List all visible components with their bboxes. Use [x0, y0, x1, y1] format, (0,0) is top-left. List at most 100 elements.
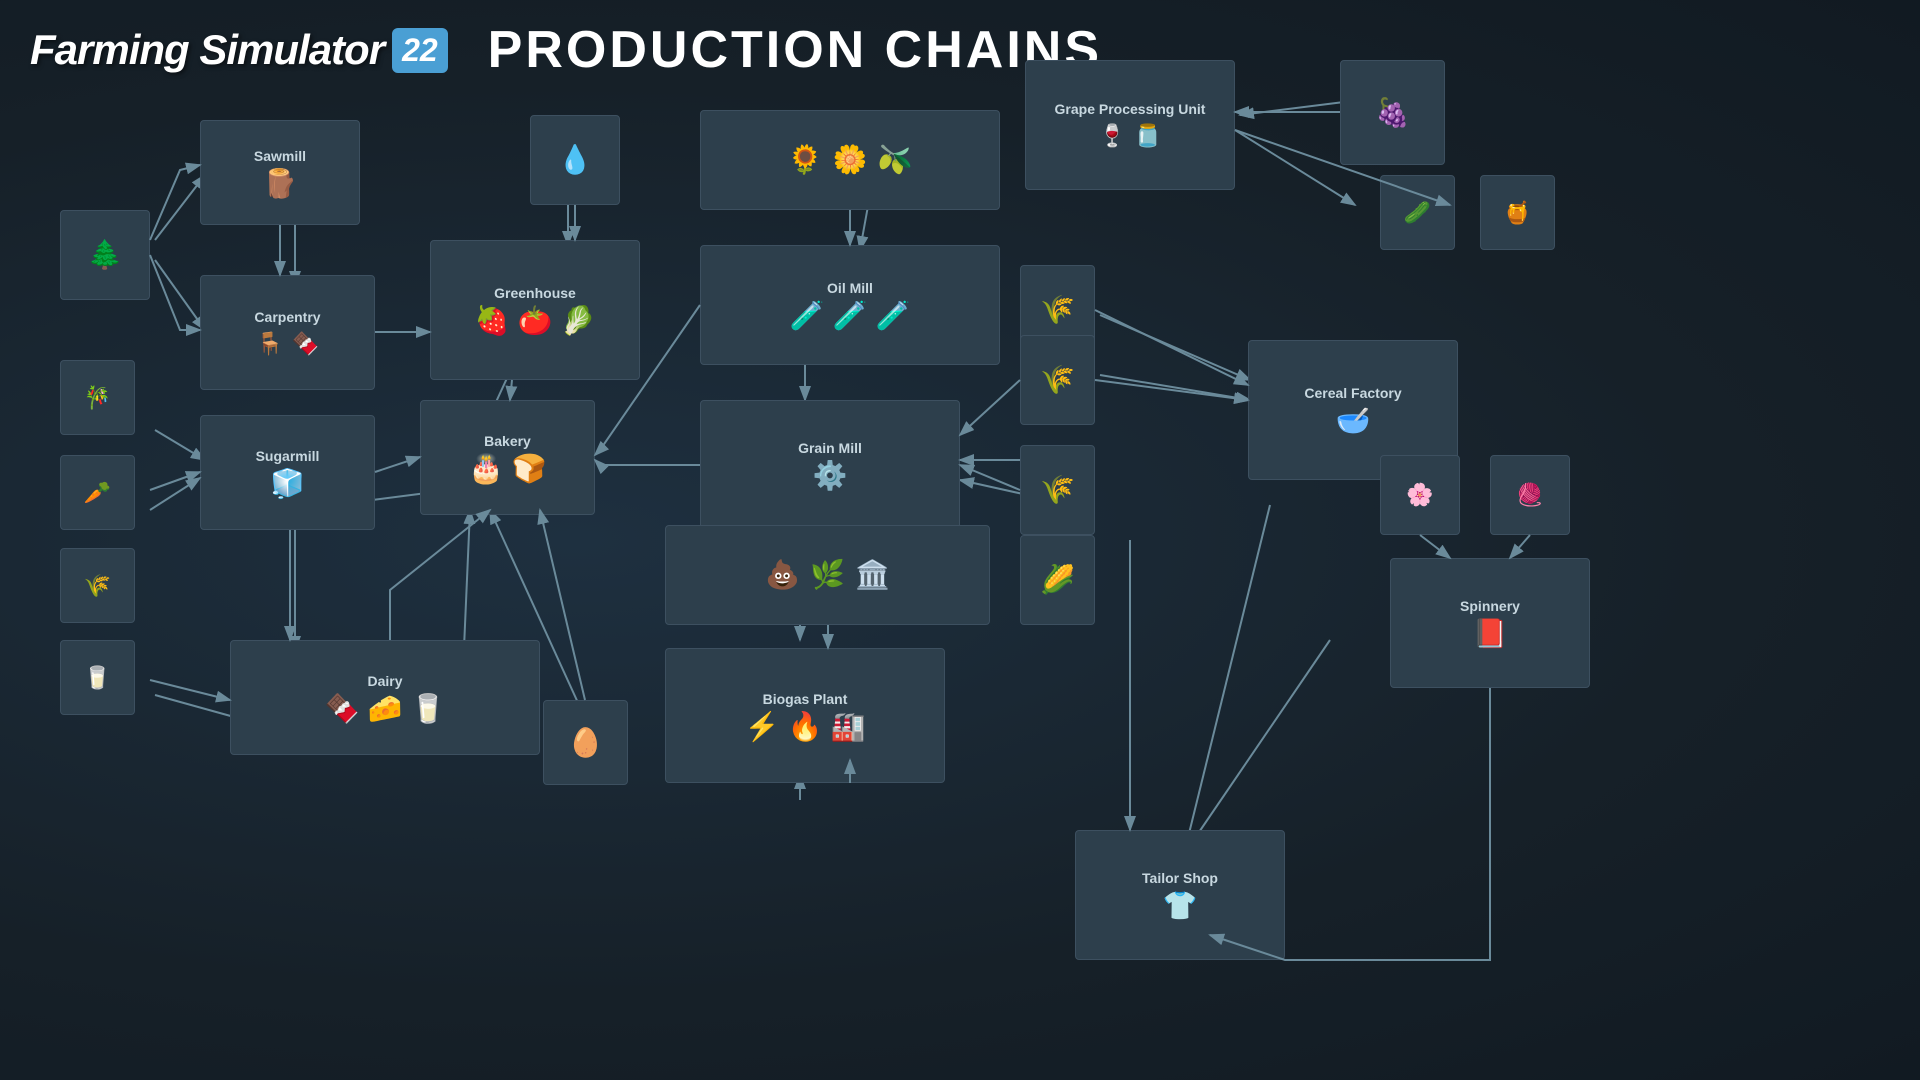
cereal-factory-icons: 🥣	[1336, 407, 1371, 435]
dairy-label: Dairy	[367, 673, 402, 689]
fabric-icon: 📕	[1473, 620, 1508, 648]
millet-icon: 🌾	[1040, 296, 1075, 324]
greenhouse-tomato: 🍅	[518, 307, 553, 335]
sugarmill-label: Sugarmill	[256, 448, 320, 464]
oat-icon: 🌾	[1040, 366, 1075, 394]
biogas-factory: 🏭	[830, 713, 865, 741]
biogas-fire: 🔥	[788, 713, 823, 741]
oil-mill-label: Oil Mill	[827, 280, 873, 296]
output-pickle: 🥒	[1380, 175, 1455, 250]
tailor-shop-icons: 👕	[1163, 892, 1198, 920]
grape-processing-node: Grape Processing Unit 🍷 🫙	[1025, 60, 1235, 190]
grape-icon: 🍇	[1375, 99, 1410, 127]
grain-mill-label: Grain Mill	[798, 440, 862, 456]
grape-processing-icons: 🍷 🫙	[1099, 123, 1162, 149]
olive-icon: 🫒	[877, 146, 912, 174]
biogas-plant-label: Biogas Plant	[763, 691, 848, 707]
input-wool: 🧶	[1490, 455, 1570, 535]
sawmill-icons: 🪵	[263, 170, 298, 198]
input-seeds: 🌾	[60, 548, 135, 623]
pickle-icon: 🥒	[1404, 200, 1431, 226]
seeds-icon: 🌾	[84, 573, 111, 599]
greenhouse-label: Greenhouse	[494, 285, 576, 301]
greenhouse-strawberry: 🍓	[475, 307, 510, 335]
greenhouse-icons: 🍓 🍅 🥬	[475, 307, 596, 335]
dairy-cheese-icon: 🧀	[368, 695, 403, 723]
sawmill-product-icon: 🪵	[263, 170, 298, 198]
jam-jar-icon: 🫙	[1134, 123, 1161, 149]
input-egg: 🥚	[543, 700, 628, 785]
silo-icon: 🏛️	[855, 561, 890, 589]
bakery-icons: 🎂 🍞	[469, 455, 547, 483]
wine-icon: 🍷	[1099, 123, 1126, 149]
input-bamboo: 🎋	[60, 360, 135, 435]
oil-flask3: 🧪	[875, 302, 910, 330]
oil-mill-node: Oil Mill 🧪 🧪 🧪	[700, 245, 1000, 365]
bamboo-icon: 🎋	[84, 385, 111, 411]
shirt-icon: 👕	[1163, 892, 1198, 920]
oil-mill-icons: 🧪 🧪 🧪	[790, 302, 911, 330]
greenhouse-lettuce: 🥬	[560, 307, 595, 335]
input-wheat: 🌾	[1020, 445, 1095, 535]
input-corn: 🌽	[1020, 535, 1095, 625]
sawmill-label: Sawmill	[254, 148, 306, 164]
oil-flask1: 🧪	[790, 302, 825, 330]
beet-icon: 🥕	[84, 480, 111, 506]
bakery-node: Bakery 🎂 🍞	[420, 400, 595, 515]
biogas-icons: ⚡ 🔥 🏭	[745, 713, 866, 741]
bakery-bread-icon: 🍞	[512, 455, 547, 483]
grain-mill-icons: ⚙️	[813, 462, 848, 490]
dairy-choc-icon: 🍫	[325, 695, 360, 723]
grain-mill-gear: ⚙️	[813, 462, 848, 490]
header: Farming Simulator 22 PRODUCTION CHAINS	[30, 20, 1102, 80]
logo-text: Farming Simulator	[30, 26, 384, 74]
sunflower-icon: 🌻	[788, 146, 823, 174]
logo-container: Farming Simulator 22	[30, 26, 448, 74]
sugarmill-icons: 🧊	[270, 470, 305, 498]
tailor-shop-label: Tailor Shop	[1142, 870, 1218, 886]
oil-flask2: 🧪	[833, 302, 868, 330]
dairy-node: Dairy 🍫 🧀 🥛	[230, 640, 540, 755]
input-milk: 🥛	[60, 640, 135, 715]
bakery-label: Bakery	[484, 433, 531, 449]
canola-icon: 🌼	[833, 146, 868, 174]
input-oat: 🌾	[1020, 335, 1095, 425]
sawmill-node: Sawmill 🪵	[200, 120, 360, 225]
biogas-electric: ⚡	[745, 713, 780, 741]
carpentry-icon1: 🪑	[256, 331, 283, 357]
wheat-icon: 🌾	[1040, 476, 1075, 504]
page-title: PRODUCTION CHAINS	[488, 20, 1102, 80]
egg-icon: 🥚	[568, 729, 603, 757]
milk-icon: 🥛	[84, 665, 111, 691]
cereal-factory-label: Cereal Factory	[1304, 385, 1401, 401]
carpentry-label: Carpentry	[254, 309, 320, 325]
carpentry-icon2: 🍫	[292, 331, 319, 357]
dairy-icons: 🍫 🧀 🥛	[325, 695, 446, 723]
input-cotton: 🌸	[1380, 455, 1460, 535]
water-icon: 💧	[558, 146, 593, 174]
spinnery-icons: 📕	[1473, 620, 1508, 648]
manure-icon: 💩	[765, 561, 800, 589]
spinnery-label: Spinnery	[1460, 598, 1520, 614]
logo-version: 22	[392, 28, 448, 73]
carpentry-icons: 🪑 🍫	[256, 331, 319, 357]
input-biogas-materials: 💩 🌿 🏛️	[665, 525, 990, 625]
grape-processing-label: Grape Processing Unit	[1055, 101, 1206, 117]
output-jar: 🍯	[1480, 175, 1555, 250]
dairy-milk-icon: 🥛	[410, 695, 445, 723]
input-grape: 🍇	[1340, 60, 1445, 165]
tailor-shop-node: Tailor Shop 👕	[1075, 830, 1285, 960]
sugar-icon: 🧊	[270, 470, 305, 498]
straw-icon: 🌿	[810, 561, 845, 589]
carpentry-node: Carpentry 🪑 🍫	[200, 275, 375, 390]
cotton-icon: 🌸	[1406, 482, 1433, 508]
tree-icon: 🌲	[88, 241, 123, 269]
cereal-box-icon: 🥣	[1336, 407, 1371, 435]
wool-icon: 🧶	[1516, 482, 1543, 508]
jar-icon: 🍯	[1504, 200, 1531, 226]
corn-icon: 🌽	[1040, 566, 1075, 594]
input-water: 💧	[530, 115, 620, 205]
input-oil-crops: 🌻 🌼 🫒	[700, 110, 1000, 210]
biogas-plant-node: Biogas Plant ⚡ 🔥 🏭	[665, 648, 945, 783]
sugarmill-node: Sugarmill 🧊	[200, 415, 375, 530]
